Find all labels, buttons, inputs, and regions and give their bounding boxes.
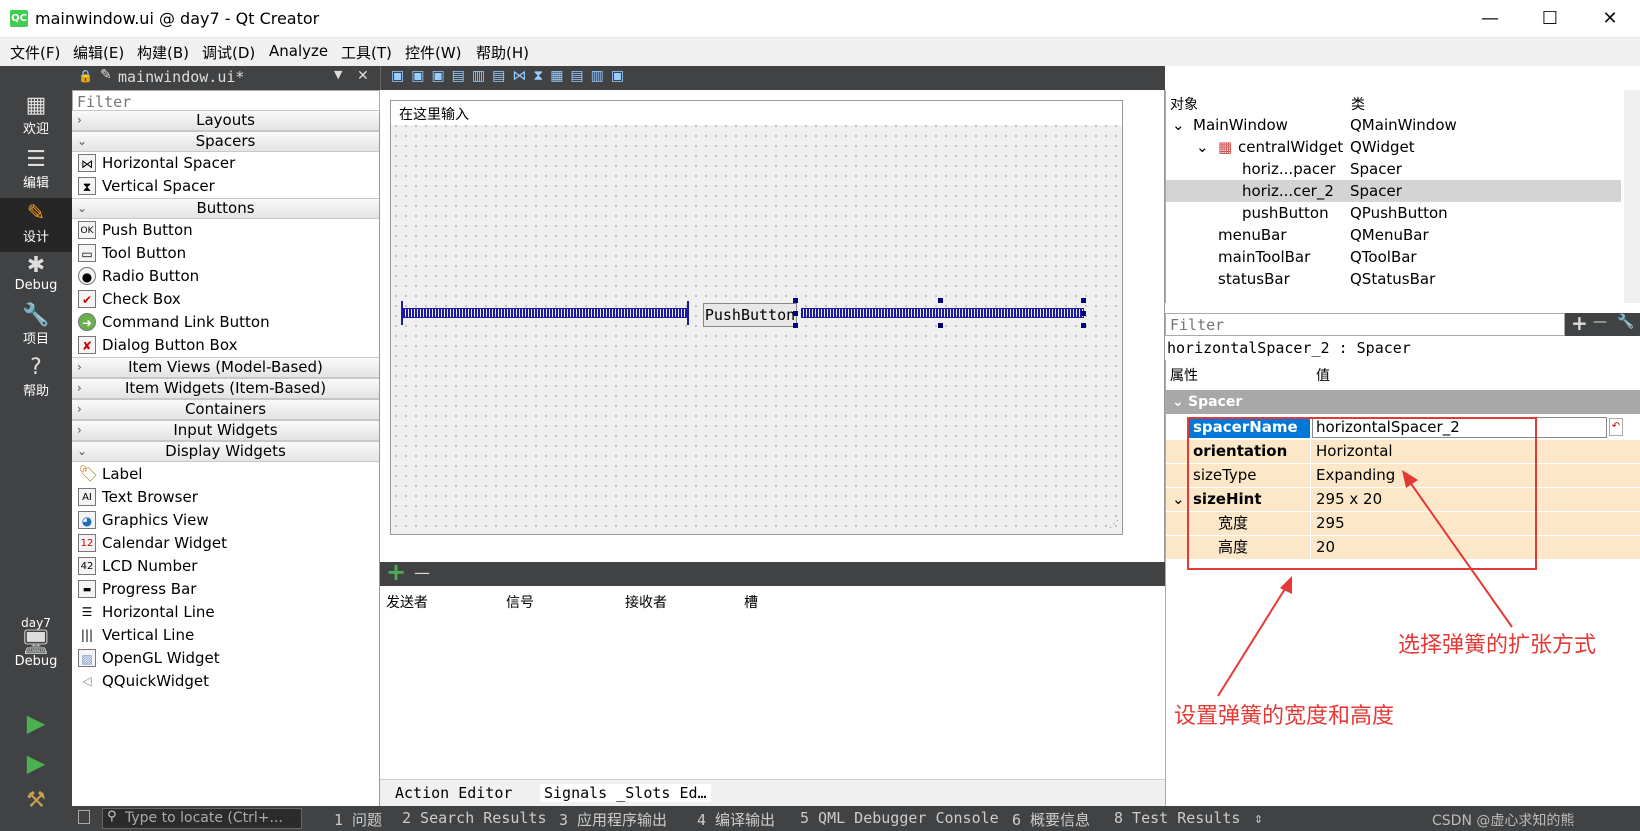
locator-placeholder: Type to locate (Ctrl+...	[125, 810, 283, 826]
output-compile[interactable]: 4 编译输出	[697, 809, 775, 830]
annotation-width-height: 设置弹簧的宽度和高度	[1174, 704, 1395, 729]
output-search-results[interactable]: 2 Search Results	[402, 809, 547, 827]
highlight-box	[1187, 417, 1537, 570]
search-icon: ⚲	[107, 809, 117, 824]
output-test-results[interactable]: 8 Test Results	[1114, 809, 1240, 827]
annotation-expand-mode: 选择弹簧的扩张方式	[1398, 633, 1597, 658]
output-qml-debugger[interactable]: 5 QML Debugger Console	[800, 809, 999, 827]
more-outputs-icon[interactable]: ⇕	[1254, 809, 1263, 827]
arrowhead	[1280, 576, 1292, 594]
sidebar-toggle-icon[interactable]	[78, 810, 90, 824]
output-general-messages[interactable]: 6 概要信息	[1012, 809, 1090, 830]
status-bar: ⚲ Type to locate (Ctrl+... 1 问题 2 Search…	[72, 806, 1640, 831]
output-issues[interactable]: 1 问题	[334, 809, 382, 830]
arrowhead	[1402, 470, 1418, 488]
locator-input[interactable]: ⚲ Type to locate (Ctrl+...	[102, 808, 302, 829]
arrow-size-type	[1406, 477, 1513, 628]
watermark: CSDN @虚心求知的熊	[1432, 813, 1575, 829]
output-application[interactable]: 3 应用程序输出	[559, 809, 667, 830]
arrow-size-hint	[1217, 583, 1289, 697]
